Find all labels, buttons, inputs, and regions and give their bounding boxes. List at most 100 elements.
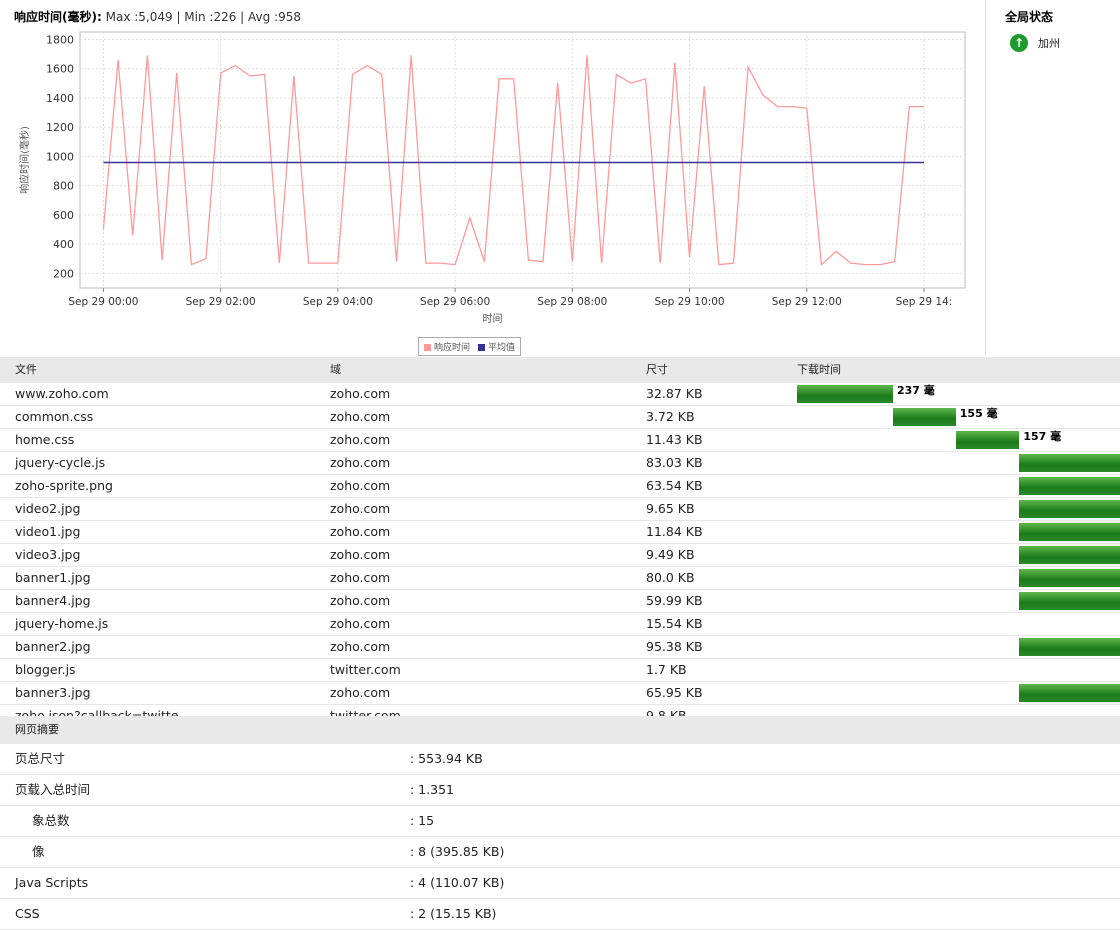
- table-row[interactable]: common.css zoho.com 3.72 KB 155 毫: [0, 406, 1120, 429]
- download-time-bar: [955, 431, 1020, 449]
- table-row[interactable]: banner2.jpg zoho.com 95.38 KB: [0, 636, 1120, 659]
- file-name-cell: banner3.jpg: [15, 685, 91, 700]
- table-row[interactable]: banner3.jpg zoho.com 65.95 KB: [0, 682, 1120, 705]
- legend-label: 平均值: [488, 343, 516, 353]
- summary-key: Java Scripts: [15, 875, 89, 890]
- summary-row: 像 : 8 (395.85 KB): [0, 837, 1120, 868]
- file-name-cell: banner4.jpg: [15, 593, 91, 608]
- x-tick-label: Sep 29 14:: [896, 296, 953, 308]
- status-location-row[interactable]: ↑ 加州: [1010, 34, 1060, 52]
- file-name-cell: common.css: [15, 409, 94, 424]
- summary-value: : 8 (395.85 KB): [410, 844, 505, 859]
- domain-cell: zoho.com: [330, 616, 391, 631]
- size-cell: 83.03 KB: [646, 455, 703, 470]
- file-name-cell: zoho-sprite.png: [15, 478, 113, 493]
- domain-cell: zoho.com: [330, 524, 391, 539]
- download-time-bar: [1019, 523, 1120, 541]
- domain-cell: zoho.com: [330, 685, 391, 700]
- file-name-cell: home.css: [15, 432, 75, 447]
- download-time-label: 237 毫: [897, 384, 935, 397]
- legend-swatch: [478, 344, 486, 351]
- table-row[interactable]: banner1.jpg zoho.com 80.0 KB: [0, 567, 1120, 590]
- download-time-label: 157 毫: [1023, 430, 1062, 443]
- domain-cell: zoho.com: [330, 455, 391, 470]
- download-time-label: 155 毫: [959, 407, 998, 420]
- global-status-panel: 全局状态 ↑ 加州: [985, 0, 1120, 355]
- domain-cell: twitter.com: [330, 662, 401, 677]
- x-tick-label: Sep 29 08:00: [537, 296, 607, 308]
- download-time-bar: [1019, 638, 1120, 656]
- table-row[interactable]: video1.jpg zoho.com 11.84 KB: [0, 521, 1120, 544]
- x-tick-label: Sep 29 12:00: [772, 296, 842, 308]
- header-domain[interactable]: 域: [330, 357, 341, 383]
- y-tick-label: 200: [53, 267, 74, 280]
- domain-cell: zoho.com: [330, 593, 391, 608]
- size-cell: 15.54 KB: [646, 616, 703, 631]
- legend-item: 响应时间: [424, 340, 470, 353]
- legend-swatch: [424, 344, 431, 351]
- download-time-bar: [1019, 500, 1120, 518]
- summary-body: 页总尺寸: 553.94 KB 页载入总时间: 1.351 象总数: 15 像: 8 …: [0, 744, 1120, 930]
- size-cell: 3.72 KB: [646, 409, 695, 424]
- summary-row: 页载入总时间 : 1.351: [0, 775, 1120, 806]
- table-row[interactable]: video3.jpg zoho.com 9.49 KB: [0, 544, 1120, 567]
- domain-cell: zoho.com: [330, 501, 391, 516]
- domain-cell: zoho.com: [330, 409, 391, 424]
- file-name-cell: video3.jpg: [15, 547, 81, 562]
- domain-cell: zoho.com: [330, 432, 391, 447]
- header-file[interactable]: 文件: [15, 357, 37, 383]
- size-cell: 9.65 KB: [646, 501, 695, 516]
- summary-row: Java Scripts : 4 (110.07 KB): [0, 868, 1120, 899]
- table-row[interactable]: jquery-cycle.js zoho.com 83.03 KB: [0, 452, 1120, 475]
- files-table-header: 文件 域 尺寸 下载时间: [0, 357, 1120, 383]
- table-row[interactable]: zoho-sprite.png zoho.com 63.54 KB: [0, 475, 1120, 498]
- summary-row: CSS: 2 (15.15 KB): [0, 899, 1120, 930]
- domain-cell: zoho.com: [330, 386, 391, 401]
- y-axis-label: 响应时间(毫秒): [18, 126, 31, 194]
- file-name-cell: jquery-home.js: [15, 616, 109, 631]
- domain-cell: zoho.com: [330, 547, 391, 562]
- download-time-bar: [893, 408, 956, 426]
- download-time-bar: [1019, 684, 1120, 702]
- summary-row: 页总尺寸: 553.94 KB: [0, 744, 1120, 775]
- table-row[interactable]: banner4.jpg zoho.com 59.99 KB: [0, 590, 1120, 613]
- y-tick-label: 1000: [46, 150, 74, 163]
- size-cell: 65.95 KB: [646, 685, 703, 700]
- summary-value: : 2 (15.15 KB): [410, 906, 497, 921]
- size-cell: 9.49 KB: [646, 547, 695, 562]
- file-name-cell: video2.jpg: [15, 501, 81, 516]
- y-tick-label: 600: [53, 209, 74, 222]
- size-cell: 1.7 KB: [646, 662, 687, 677]
- table-row[interactable]: www.zoho.com zoho.com 32.87 KB 237 毫: [0, 383, 1120, 406]
- download-time-bar: [1019, 592, 1120, 610]
- size-cell: 59.99 KB: [646, 593, 703, 608]
- summary-value: : 1.351: [410, 782, 454, 797]
- table-row[interactable]: video2.jpg zoho.com 9.65 KB: [0, 498, 1120, 521]
- size-cell: 80.0 KB: [646, 570, 695, 585]
- size-cell: 63.54 KB: [646, 478, 703, 493]
- summary-key: 页载入总时间: [15, 782, 91, 797]
- summary-value: : 4 (110.07 KB): [410, 875, 505, 890]
- summary-key: 像: [32, 844, 45, 859]
- x-tick-label: Sep 29 02:00: [186, 296, 256, 308]
- header-size[interactable]: 尺寸: [646, 357, 668, 383]
- up-arrow-icon: ↑: [1010, 34, 1028, 52]
- response-time-section: 响应时间(毫秒): Max :5,049 | Min :226 | Avg :9…: [0, 0, 1120, 356]
- table-row[interactable]: home.css zoho.com 11.43 KB 157 毫: [0, 429, 1120, 452]
- domain-cell: zoho.com: [330, 570, 391, 585]
- plot-area: [79, 31, 966, 289]
- summary-value: : 15: [410, 813, 435, 828]
- download-time-bar: [1019, 477, 1120, 495]
- table-row[interactable]: jquery-home.js zoho.com 15.54 KB: [0, 613, 1120, 636]
- file-name-cell: www.zoho.com: [15, 386, 109, 401]
- x-tick-label: Sep 29 10:00: [654, 296, 724, 308]
- file-name-cell: blogger.js: [15, 662, 76, 677]
- summary-key: 页总尺寸: [15, 751, 66, 766]
- response-time-chart: 200 400 600 800 1000 1200 1400 1600 1800 Sep 29 0…: [18, 31, 966, 325]
- size-cell: 32.87 KB: [646, 386, 703, 401]
- y-tick-label: 800: [53, 180, 74, 193]
- y-tick-label: 1800: [46, 33, 74, 46]
- header-download-time[interactable]: 下载时间: [797, 357, 841, 383]
- table-row[interactable]: blogger.js twitter.com 1.7 KB: [0, 659, 1120, 682]
- download-time-bar: [797, 385, 893, 403]
